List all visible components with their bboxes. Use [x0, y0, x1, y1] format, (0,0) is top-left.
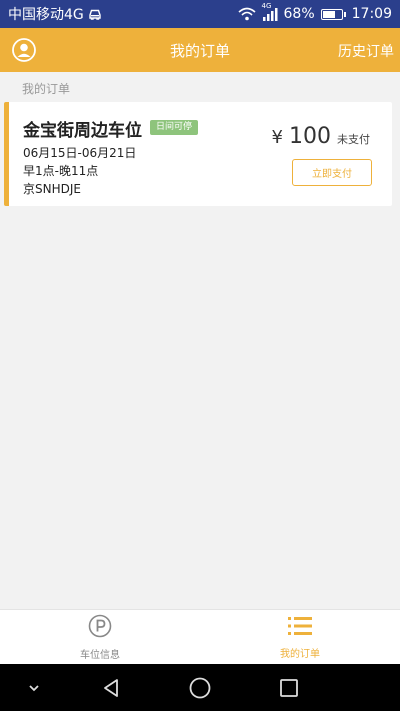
order-plate: 京SNHDJE: [23, 182, 81, 196]
order-hours: 早1点-晚11点: [23, 164, 99, 178]
home-icon[interactable]: [188, 676, 212, 700]
currency-symbol: ¥: [271, 127, 283, 148]
back-icon[interactable]: [99, 676, 123, 700]
carrier-label: 中国移动4G: [8, 7, 84, 23]
network-type-label: 4G: [261, 2, 272, 10]
order-dates: 06月15日-06月21日: [23, 146, 137, 160]
parking-type-badge: 日间可停: [150, 120, 199, 135]
clock: 17:09: [351, 6, 392, 22]
pay-now-button[interactable]: 立即支付: [292, 159, 372, 186]
status-bar: 中国移动4G 4G 68% 17:09: [0, 0, 400, 28]
tab-label: 车位信息: [80, 649, 120, 661]
order-price: ¥ 100 未支付: [272, 124, 370, 149]
price-value: 100: [289, 124, 331, 149]
signal-icon: 4G: [262, 2, 278, 21]
tab-parking-info[interactable]: 车位信息: [0, 610, 200, 664]
parking-icon: [88, 614, 112, 642]
list-icon: [287, 615, 313, 641]
battery-icon: [320, 8, 346, 20]
order-card[interactable]: 金宝街周边车位 日间可停 06月15日-06月21日 早1点-晚11点 京SNH…: [4, 102, 392, 206]
section-label: 我的订单: [22, 82, 71, 96]
recent-apps-icon[interactable]: [277, 676, 301, 700]
order-title: 金宝街周边车位: [23, 121, 142, 141]
car-icon: [88, 8, 102, 20]
tab-label: 我的订单: [280, 648, 320, 660]
payment-status: 未支付: [337, 133, 370, 146]
avatar-icon[interactable]: [12, 38, 36, 62]
tab-my-orders[interactable]: 我的订单: [200, 610, 400, 664]
system-nav-bar: [0, 664, 400, 711]
wifi-icon: [237, 7, 256, 21]
status-left: 中国移动4G: [8, 4, 102, 24]
status-right: 4G 68% 17:09: [237, 2, 392, 22]
bottom-tab-bar: 车位信息 我的订单: [0, 609, 400, 664]
history-orders-link[interactable]: 历史订单: [338, 41, 394, 61]
hide-keyboard-icon[interactable]: [22, 676, 46, 700]
app-header: 我的订单 历史订单: [0, 28, 400, 72]
battery-percent: 68%: [283, 6, 315, 22]
